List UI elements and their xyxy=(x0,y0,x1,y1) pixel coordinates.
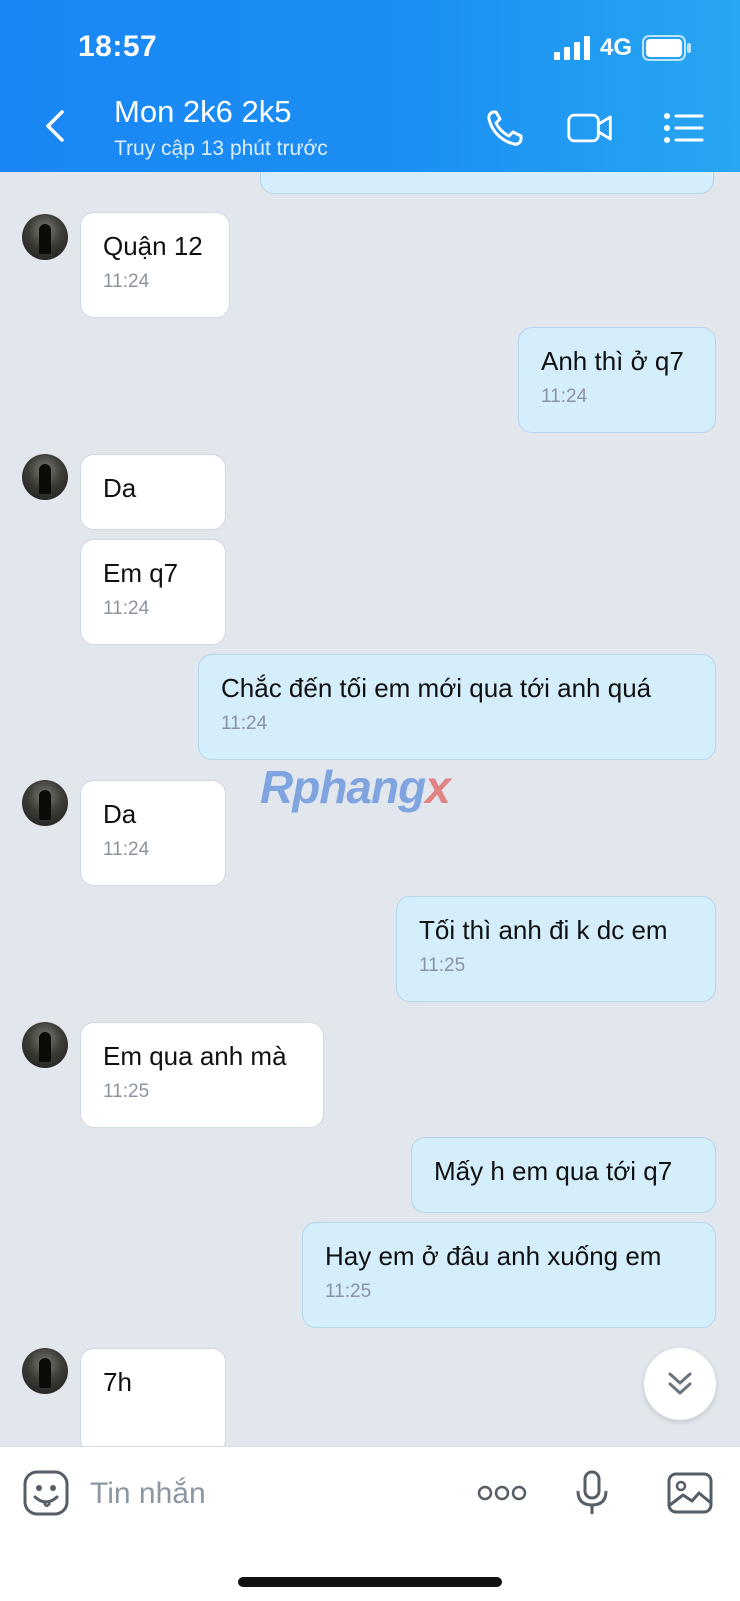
message-time: 11:24 xyxy=(103,839,150,860)
status-time: 18:57 xyxy=(78,30,158,63)
message-bubble[interactable]: Anh thì ở q7 11:24 xyxy=(518,327,716,433)
list-menu-icon[interactable] xyxy=(660,106,708,150)
video-camera-icon[interactable] xyxy=(566,106,614,150)
scroll-to-bottom-button[interactable] xyxy=(644,1348,716,1420)
message-text: Da xyxy=(103,799,137,829)
signal-icon xyxy=(553,36,590,60)
home-indicator[interactable] xyxy=(238,1577,502,1587)
message-bubble[interactable]: Chắc đến tối em mới qua tới anh quá 11:2… xyxy=(198,654,716,760)
battery-icon xyxy=(642,35,691,61)
message-text: Em qua anh mà xyxy=(103,1041,287,1071)
double-chevron-down-icon xyxy=(668,1372,692,1395)
message-bubble[interactable]: Hay em ở đâu anh xuống em 11:25 xyxy=(302,1222,716,1328)
message-text: Da xyxy=(103,473,137,503)
more-dots-icon[interactable] xyxy=(476,1469,528,1517)
message-bubble[interactable]: Em qua anh mà 11:25 xyxy=(80,1022,324,1128)
contact-avatar[interactable] xyxy=(22,1348,68,1394)
message-bubble[interactable]: Tối thì anh đi k dc em 11:25 xyxy=(396,896,716,1002)
contact-avatar[interactable] xyxy=(22,214,68,260)
chat-header: 18:57 4G Mon 2k6 2k5 Truy cập 13 phút tr… xyxy=(0,0,740,172)
message-bubble-partial[interactable] xyxy=(260,172,714,194)
message-text: Tối thì anh đi k dc em xyxy=(419,915,668,945)
message-bubble[interactable]: Da xyxy=(80,454,226,530)
message-time: 11:25 xyxy=(419,955,466,976)
message-composer: Tin nhắn xyxy=(0,1446,740,1601)
phone-icon[interactable] xyxy=(482,106,530,150)
network-type: 4G xyxy=(599,34,632,61)
message-input[interactable]: Tin nhắn xyxy=(90,1477,206,1511)
message-time: 11:25 xyxy=(103,1081,150,1102)
contact-avatar[interactable] xyxy=(22,1022,68,1068)
image-gallery-icon[interactable] xyxy=(666,1469,714,1517)
microphone-icon[interactable] xyxy=(568,1469,616,1517)
message-bubble[interactable]: 7h xyxy=(80,1348,226,1446)
message-text: Em q7 xyxy=(103,558,179,588)
contact-avatar[interactable] xyxy=(22,454,68,500)
message-time: 11:24 xyxy=(541,386,588,407)
sticker-emoji-icon[interactable] xyxy=(22,1469,70,1517)
conversation-title[interactable]: Mon 2k6 2k5 xyxy=(114,94,292,130)
message-text: Mấy h em qua tới q7 xyxy=(434,1156,673,1186)
message-time: 11:24 xyxy=(103,271,150,292)
message-text: Anh thì ở q7 xyxy=(541,346,684,376)
message-text: Chắc đến tối em mới qua tới anh quá xyxy=(221,673,652,703)
message-text: Hay em ở đâu anh xuống em xyxy=(325,1241,662,1271)
status-indicators: 4G xyxy=(553,34,692,62)
message-bubble[interactable]: Da 11:24 xyxy=(80,780,226,886)
chevron-left-icon[interactable] xyxy=(34,104,78,148)
contact-avatar[interactable] xyxy=(22,780,68,826)
message-text: 7h xyxy=(103,1367,132,1397)
message-bubble[interactable]: Mấy h em qua tới q7 xyxy=(411,1137,716,1213)
message-bubble[interactable]: Quận 12 11:24 xyxy=(80,212,230,318)
watermark-logo: Rphangx xyxy=(260,761,451,813)
message-bubble[interactable]: Em q7 11:24 xyxy=(80,539,226,645)
message-time: 11:24 xyxy=(221,713,268,734)
last-seen-status: Truy cập 13 phút trước xyxy=(114,137,328,160)
message-time: 11:24 xyxy=(103,598,150,619)
message-text: Quận 12 xyxy=(103,231,203,261)
message-time: 11:25 xyxy=(325,1281,372,1302)
